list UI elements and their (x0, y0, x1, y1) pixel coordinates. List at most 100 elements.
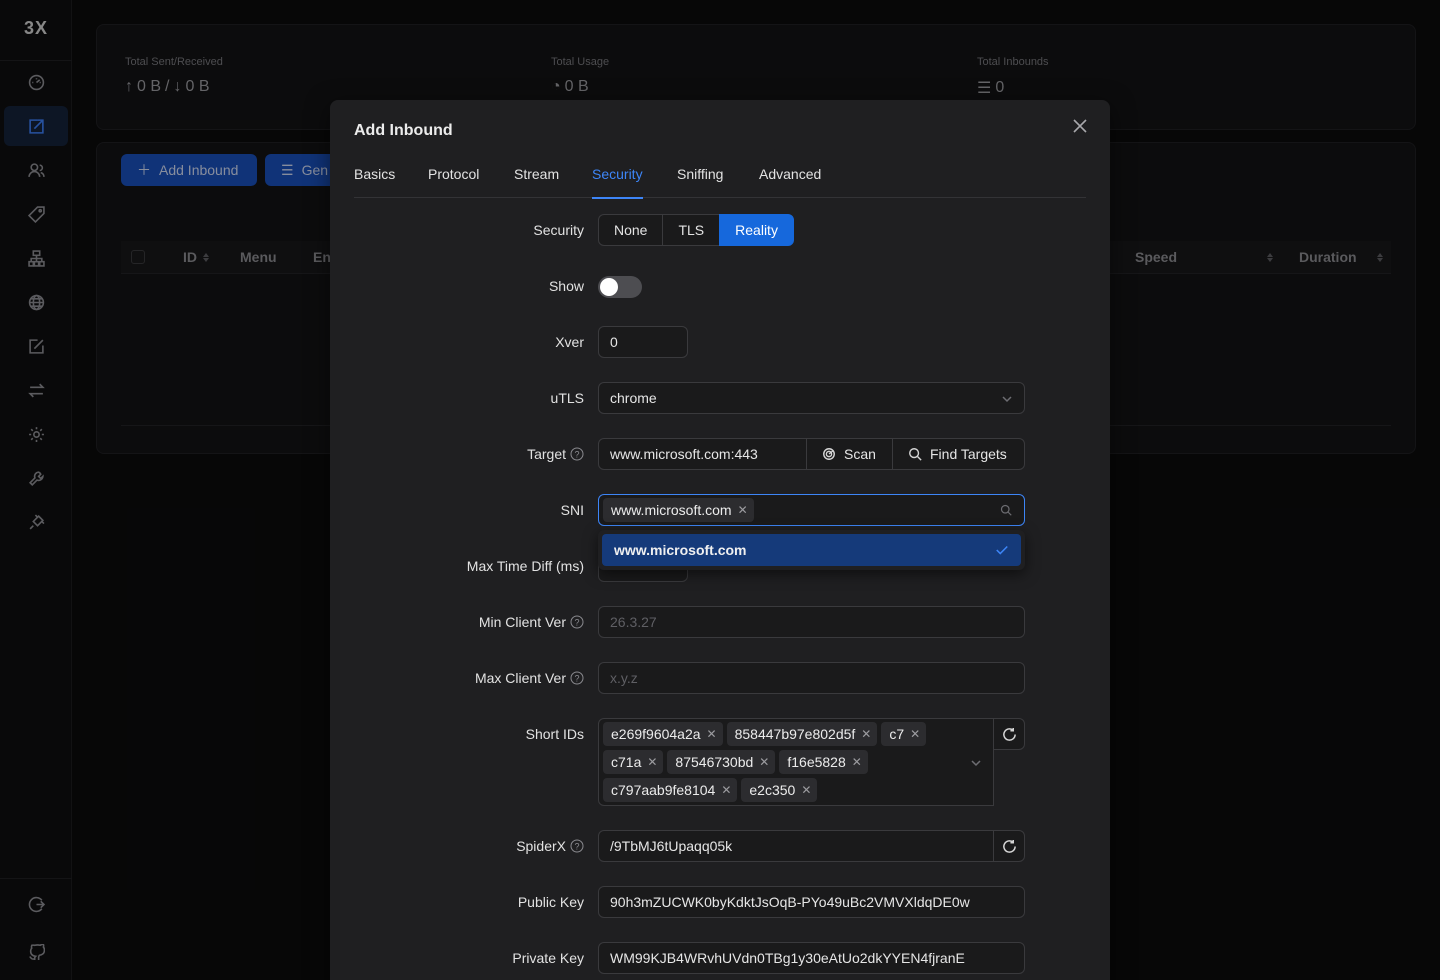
utls-value: chrome (610, 390, 657, 406)
target-label: Target ? (527, 446, 584, 462)
regenerate-short-ids-button[interactable] (993, 718, 1025, 750)
short-id-label: 858447b97e802d5f (734, 726, 856, 742)
max-client-ver-label-text: Max Client Ver (474, 670, 566, 686)
public-key-label-text: Public Key (517, 894, 584, 910)
utls-label-text: uTLS (550, 390, 584, 406)
remove-tag-icon[interactable]: ✕ (801, 783, 811, 797)
remove-tag-icon[interactable]: ✕ (647, 755, 657, 769)
show-toggle[interactable] (598, 276, 642, 298)
private-key-value: WM99KJB4WRvhUVdn0TBg1y30eAtUo2dkYYEN4fjr… (610, 950, 965, 966)
min-client-ver-input[interactable]: 26.3.27 (598, 606, 1025, 638)
sni-option[interactable]: www.microsoft.com (602, 534, 1021, 566)
max-client-ver-input[interactable]: x.y.z (598, 662, 1025, 694)
refresh-icon (1002, 839, 1016, 853)
security-option-reality[interactable]: Reality (719, 214, 794, 246)
target-input[interactable]: www.microsoft.com:443 (598, 438, 808, 470)
remove-tag-icon[interactable]: ✕ (852, 755, 862, 769)
scan-button[interactable]: Scan (806, 438, 894, 470)
find-targets-label: Find Targets (930, 446, 1007, 462)
modal-title: Add Inbound (354, 122, 453, 139)
short-id-tag: e2c350 ✕ (741, 778, 818, 802)
private-key-label: Private Key (512, 950, 584, 966)
search-icon (909, 448, 922, 461)
help-icon[interactable]: ? (570, 447, 584, 461)
refresh-icon (1002, 727, 1016, 741)
short-ids-row: c797aab9fe8104 ✕ e2c350 ✕ (603, 778, 989, 806)
radar-icon (823, 448, 835, 460)
scan-label: Scan (844, 446, 876, 462)
short-id-tag: c797aab9fe8104 ✕ (603, 778, 738, 802)
help-icon[interactable]: ? (570, 839, 584, 853)
spiderx-value: /9TbMJ6tUpaqq05k (610, 838, 733, 854)
sni-select[interactable]: www.microsoft.com ✕ (598, 494, 1025, 526)
regenerate-spiderx-button[interactable] (993, 830, 1025, 862)
short-id-tag: e269f9604a2a ✕ (603, 722, 723, 746)
sni-label: SNI (561, 502, 584, 518)
find-targets-button[interactable]: Find Targets (892, 438, 1025, 470)
tab-security[interactable]: Security (592, 166, 643, 199)
security-option-none[interactable]: None (598, 214, 664, 246)
sni-dropdown: www.microsoft.com (598, 530, 1025, 570)
xver-value: 0 (610, 334, 618, 350)
short-id-label: e269f9604a2a (611, 726, 701, 742)
min-client-ver-placeholder: 26.3.27 (610, 614, 657, 630)
target-value: www.microsoft.com:443 (610, 446, 758, 462)
security-option-tls[interactable]: TLS (662, 214, 721, 246)
public-key-label: Public Key (518, 894, 584, 910)
security-segmented: None TLS Reality (598, 214, 794, 246)
short-ids-label-text: Short IDs (525, 726, 584, 742)
show-label: Show (549, 278, 584, 294)
add-inbound-modal: Add Inbound Basics Protocol Stream Secur… (330, 100, 1110, 980)
modal-tabs: Basics Protocol Stream Security Sniffing… (354, 160, 1086, 199)
xver-input[interactable]: 0 (598, 326, 688, 358)
xver-label-text: Xver (555, 334, 584, 350)
spiderx-input[interactable]: /9TbMJ6tUpaqq05k (598, 830, 994, 862)
max-client-ver-placeholder: x.y.z (610, 670, 638, 686)
svg-text:?: ? (574, 842, 579, 852)
min-client-ver-label-text: Min Client Ver (478, 614, 566, 630)
remove-tag-icon[interactable]: ✕ (738, 503, 748, 517)
help-icon[interactable]: ? (570, 671, 584, 685)
sni-tag-label: www.microsoft.com (611, 502, 732, 518)
private-key-label-text: Private Key (512, 950, 584, 966)
remove-tag-icon[interactable]: ✕ (707, 727, 717, 741)
remove-tag-icon[interactable]: ✕ (861, 727, 871, 741)
short-id-tag: c7 ✕ (881, 722, 927, 746)
close-button[interactable] (1072, 118, 1092, 138)
tab-stream[interactable]: Stream (514, 166, 559, 198)
max-client-ver-label: Max Client Ver ? (475, 670, 584, 686)
short-id-label: c71a (611, 754, 642, 770)
svg-text:?: ? (574, 674, 579, 684)
short-ids-row: c71a ✕ 87546730bd ✕ f16e5828 ✕ (603, 750, 989, 778)
tab-basics[interactable]: Basics (354, 166, 395, 198)
sni-tag: www.microsoft.com ✕ (603, 498, 754, 522)
help-icon[interactable]: ? (570, 615, 584, 629)
remove-tag-icon[interactable]: ✕ (721, 783, 731, 797)
spiderx-label-text: SpiderX (516, 838, 566, 854)
min-client-ver-label: Min Client Ver ? (479, 614, 584, 630)
remove-tag-icon[interactable]: ✕ (759, 755, 769, 769)
max-time-diff-label-text: Max Time Diff (ms) (466, 558, 584, 574)
short-id-label: c7 (889, 726, 905, 742)
tab-advanced[interactable]: Advanced (759, 166, 821, 198)
search-icon (1000, 503, 1014, 517)
check-icon (996, 545, 1008, 555)
short-id-tag: 87546730bd ✕ (667, 750, 776, 774)
short-ids-row: e269f9604a2a ✕ 858447b97e802d5f ✕ c7 ✕ (603, 722, 989, 750)
short-ids-label: Short IDs (526, 726, 584, 742)
utls-select[interactable]: chrome (598, 382, 1025, 414)
remove-tag-icon[interactable]: ✕ (910, 727, 920, 741)
tab-protocol[interactable]: Protocol (428, 166, 479, 198)
chevron-down-icon (1001, 392, 1013, 404)
short-id-tag: 858447b97e802d5f ✕ (726, 722, 878, 746)
tab-sniffing[interactable]: Sniffing (677, 166, 723, 198)
private-key-input[interactable]: WM99KJB4WRvhUVdn0TBg1y30eAtUo2dkYYEN4fjr… (598, 942, 1025, 974)
svg-text:?: ? (574, 618, 579, 628)
max-time-diff-label: Max Time Diff (ms) (467, 558, 584, 574)
target-label-text: Target (527, 446, 566, 462)
spiderx-label: SpiderX ? (516, 838, 584, 854)
public-key-input[interactable]: 90h3mZUCWK0byKdktJsOqB-PYo49uBc2VMVXldqD… (598, 886, 1025, 918)
short-ids-select[interactable]: e269f9604a2a ✕ 858447b97e802d5f ✕ c7 ✕ c71a… (598, 718, 994, 806)
short-id-tag: c71a ✕ (603, 750, 664, 774)
short-id-label: e2c350 (749, 782, 796, 798)
